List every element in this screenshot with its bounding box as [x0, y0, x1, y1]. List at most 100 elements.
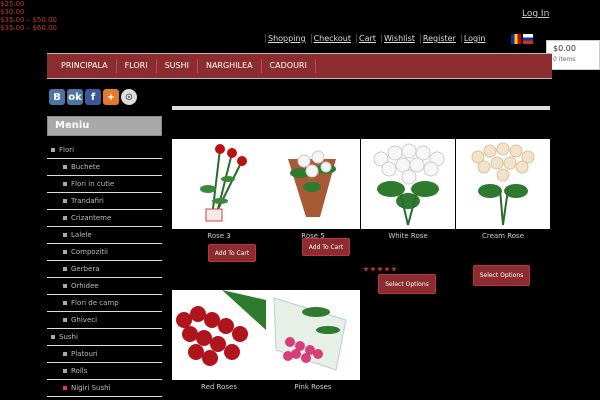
star-icon — [377, 266, 383, 272]
sidebar-subitem[interactable]: Flori de camp — [47, 295, 162, 312]
sidebar-subitem[interactable]: Gerbera — [47, 261, 162, 278]
ru-flag-icon[interactable] — [523, 34, 533, 44]
sidebar-subitem[interactable]: Compozitii — [47, 244, 162, 261]
product-price: $25.00 — [0, 0, 25, 8]
main-nav: PRINCIPALA FLORI SUSHI NARGHILEA CADOURI — [47, 53, 552, 79]
sidebar-item-label: Ghiveci — [71, 316, 98, 324]
sidebar-subitem[interactable]: Orhidee — [47, 278, 162, 295]
sidebar-subitem[interactable]: Ghiveci — [47, 312, 162, 329]
bullet-icon — [63, 216, 67, 220]
product-title[interactable]: White Rose — [361, 232, 455, 240]
sidebar-item-label: Orhidee — [71, 282, 99, 290]
utility-link[interactable]: Shopping — [265, 34, 308, 43]
star-icon — [384, 266, 390, 272]
sidebar-item-label: Compozitii — [71, 248, 108, 256]
sidebar-item[interactable]: Sushi — [47, 329, 162, 346]
product-image[interactable] — [172, 139, 266, 229]
product-price: $35.00 – $60.00 — [0, 24, 57, 32]
product-image[interactable] — [266, 290, 360, 380]
product-image[interactable] — [266, 139, 360, 229]
nav-item-flori[interactable]: FLORI — [117, 59, 157, 73]
product-card[interactable]: Red Roses — [172, 290, 266, 391]
cart-items-count: 0 items — [553, 56, 576, 63]
product-title[interactable]: Pink Roses — [266, 383, 360, 391]
bullet-icon — [63, 386, 67, 390]
sidebar-item[interactable]: Flori — [47, 142, 162, 159]
product-card[interactable]: Rose 5 — [266, 139, 360, 240]
bullet-icon — [63, 199, 67, 203]
product-title[interactable]: Rose 3 — [172, 232, 266, 240]
star-icon — [370, 266, 376, 272]
select-options-button[interactable]: Select Options — [378, 274, 436, 294]
sidebar-item-label: Trandafiri — [71, 197, 104, 205]
utility-links: Shopping Checkout Cart Wishlist Register… — [265, 34, 487, 43]
odnoklassniki-icon[interactable]: ok — [67, 89, 83, 105]
product-title[interactable]: Red Roses — [172, 383, 266, 391]
product-price: $30.00 — [0, 8, 25, 16]
bullet-icon — [51, 335, 55, 339]
sidebar-item-label: Platouri — [71, 350, 98, 358]
bullet-icon — [63, 165, 67, 169]
product-image[interactable] — [361, 139, 455, 229]
product-title[interactable]: Cream Rose — [456, 232, 550, 240]
sidebar-item-label: Flori — [59, 146, 75, 154]
sidebar-item-label: Flori de camp — [71, 299, 119, 307]
product-card[interactable]: Pink Roses — [266, 290, 360, 391]
product-card[interactable]: White Rose — [361, 139, 455, 240]
product-image[interactable] — [456, 139, 550, 229]
sidebar-subitem[interactable]: Trandafiri — [47, 193, 162, 210]
sidebar-title: Meniu — [47, 116, 162, 136]
sidebar-subitem[interactable]: Buchete — [47, 159, 162, 176]
product-price: $35.00 – $50.00 — [0, 16, 57, 24]
bullet-icon — [63, 318, 67, 322]
bullet-icon — [63, 301, 67, 305]
cart-amount: $0.00 — [553, 44, 576, 53]
social-buttons: B ok f + ⊙ — [49, 89, 137, 105]
bullet-icon — [51, 148, 55, 152]
sidebar-item-label: Rolls — [71, 367, 88, 375]
content-divider — [172, 106, 550, 110]
bullet-icon — [63, 267, 67, 271]
add-to-cart-button[interactable]: Add To Cart — [302, 238, 350, 256]
utility-link[interactable]: Cart — [356, 34, 378, 43]
sidebar-subitem[interactable]: Lalele — [47, 227, 162, 244]
sidebar-subitem[interactable]: Flori in cutie — [47, 176, 162, 193]
add-to-cart-button[interactable]: Add To Cart — [208, 244, 256, 262]
bullet-icon — [63, 284, 67, 288]
facebook-icon[interactable]: f — [85, 89, 101, 105]
product-card[interactable]: Cream Rose — [456, 139, 550, 240]
sidebar-item-label: Gerbera — [71, 265, 100, 273]
utility-link[interactable]: Wishlist — [380, 34, 417, 43]
sidebar-item-label: Buchete — [71, 163, 100, 171]
sidebar-menu: Flori Buchete Flori in cutie Trandafiri Criz… — [47, 142, 162, 397]
utility-link[interactable]: Checkout — [310, 34, 353, 43]
utility-link[interactable]: Register — [419, 34, 458, 43]
sidebar-subitem[interactable]: Crizanteme — [47, 210, 162, 227]
nav-item-cadouri[interactable]: CADOURI — [262, 59, 316, 73]
login-link[interactable]: Log In — [522, 9, 549, 19]
rating-stars — [363, 266, 397, 272]
product-image[interactable] — [172, 290, 266, 380]
vk-icon[interactable]: B — [49, 89, 65, 105]
select-options-button[interactable]: Select Options — [473, 265, 530, 286]
product-card[interactable]: Rose 3 — [172, 139, 266, 240]
star-icon — [391, 266, 397, 272]
sidebar-item-label: Flori in cutie — [71, 180, 115, 188]
sidebar-subitem[interactable]: Platouri — [47, 346, 162, 363]
plus-icon[interactable]: + — [103, 89, 119, 105]
sidebar-item-label: Sushi — [59, 333, 78, 341]
star-icon — [363, 266, 369, 272]
nav-item-narghilea[interactable]: NARGHILEA — [198, 59, 262, 73]
nav-item-sushi[interactable]: SUSHI — [157, 59, 198, 73]
bullet-icon — [63, 233, 67, 237]
ro-flag-icon[interactable] — [511, 34, 521, 44]
nav-item-principala[interactable]: PRINCIPALA — [53, 59, 117, 73]
bullet-icon — [63, 369, 67, 373]
utility-link[interactable]: Login — [460, 34, 488, 43]
sidebar-subitem[interactable]: Nigiri Sushi — [47, 380, 162, 397]
share-icon[interactable]: ⊙ — [121, 89, 137, 105]
mini-cart[interactable]: $0.00 0 items — [546, 40, 600, 70]
sidebar-subitem[interactable]: Rolls — [47, 363, 162, 380]
bullet-icon — [63, 250, 67, 254]
sidebar-item-label: Lalele — [71, 231, 92, 239]
